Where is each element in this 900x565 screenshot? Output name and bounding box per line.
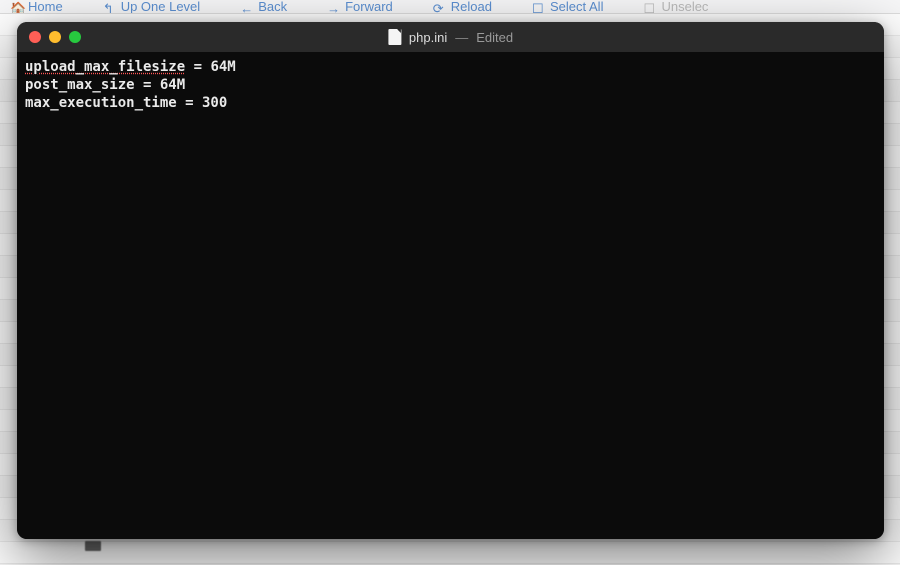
editor-content[interactable]: upload_max_filesize = 64M post_max_size … xyxy=(17,52,884,539)
title-separator: — xyxy=(455,30,468,45)
filename: php.ini xyxy=(409,30,447,45)
code-line: post_max_size = 64M xyxy=(25,76,876,94)
toolbar-label: Forward xyxy=(345,0,393,14)
background-toolbar: 🏠 Home ↰ Up One Level ← Back → Forward ⟳… xyxy=(0,0,900,14)
code-token: = 64M xyxy=(185,59,236,75)
edited-status: Edited xyxy=(476,30,513,45)
arrow-right-icon: → xyxy=(327,1,339,13)
close-button[interactable] xyxy=(29,31,41,43)
unselect-icon: ☐ xyxy=(643,1,655,13)
background-fragment xyxy=(85,541,101,551)
window-title: php.ini — Edited xyxy=(388,29,513,45)
toolbar-label: Unselec xyxy=(661,0,708,14)
editor-window: php.ini — Edited upload_max_filesize = 6… xyxy=(17,22,884,539)
toolbar-label: Back xyxy=(258,0,287,14)
toolbar-item-reload[interactable]: ⟳ Reload xyxy=(433,0,492,14)
toolbar-label: Select All xyxy=(550,0,603,14)
select-all-icon: ☐ xyxy=(532,1,544,13)
list-item xyxy=(0,542,900,564)
arrow-left-icon: ← xyxy=(240,1,252,13)
toolbar-item-select-all[interactable]: ☐ Select All xyxy=(532,0,603,14)
toolbar-item-home[interactable]: 🏠 Home xyxy=(10,0,63,14)
code-token: upload_max_filesize xyxy=(25,59,185,75)
home-icon: 🏠 xyxy=(10,1,22,13)
toolbar-item-unselect[interactable]: ☐ Unselec xyxy=(643,0,708,14)
maximize-button[interactable] xyxy=(69,31,81,43)
traffic-lights xyxy=(29,31,81,43)
fragment-icon xyxy=(85,541,101,551)
arrow-up-icon: ↰ xyxy=(103,1,115,13)
toolbar-label: Home xyxy=(28,0,63,14)
code-line: max_execution_time = 300 xyxy=(25,94,876,112)
reload-icon: ⟳ xyxy=(433,1,445,13)
toolbar-item-forward[interactable]: → Forward xyxy=(327,0,393,14)
file-icon xyxy=(388,29,401,45)
titlebar[interactable]: php.ini — Edited xyxy=(17,22,884,52)
toolbar-item-back[interactable]: ← Back xyxy=(240,0,287,14)
toolbar-item-up[interactable]: ↰ Up One Level xyxy=(103,0,201,14)
code-line: upload_max_filesize = 64M xyxy=(25,58,876,76)
toolbar-label: Up One Level xyxy=(121,0,201,14)
toolbar-label: Reload xyxy=(451,0,492,14)
minimize-button[interactable] xyxy=(49,31,61,43)
